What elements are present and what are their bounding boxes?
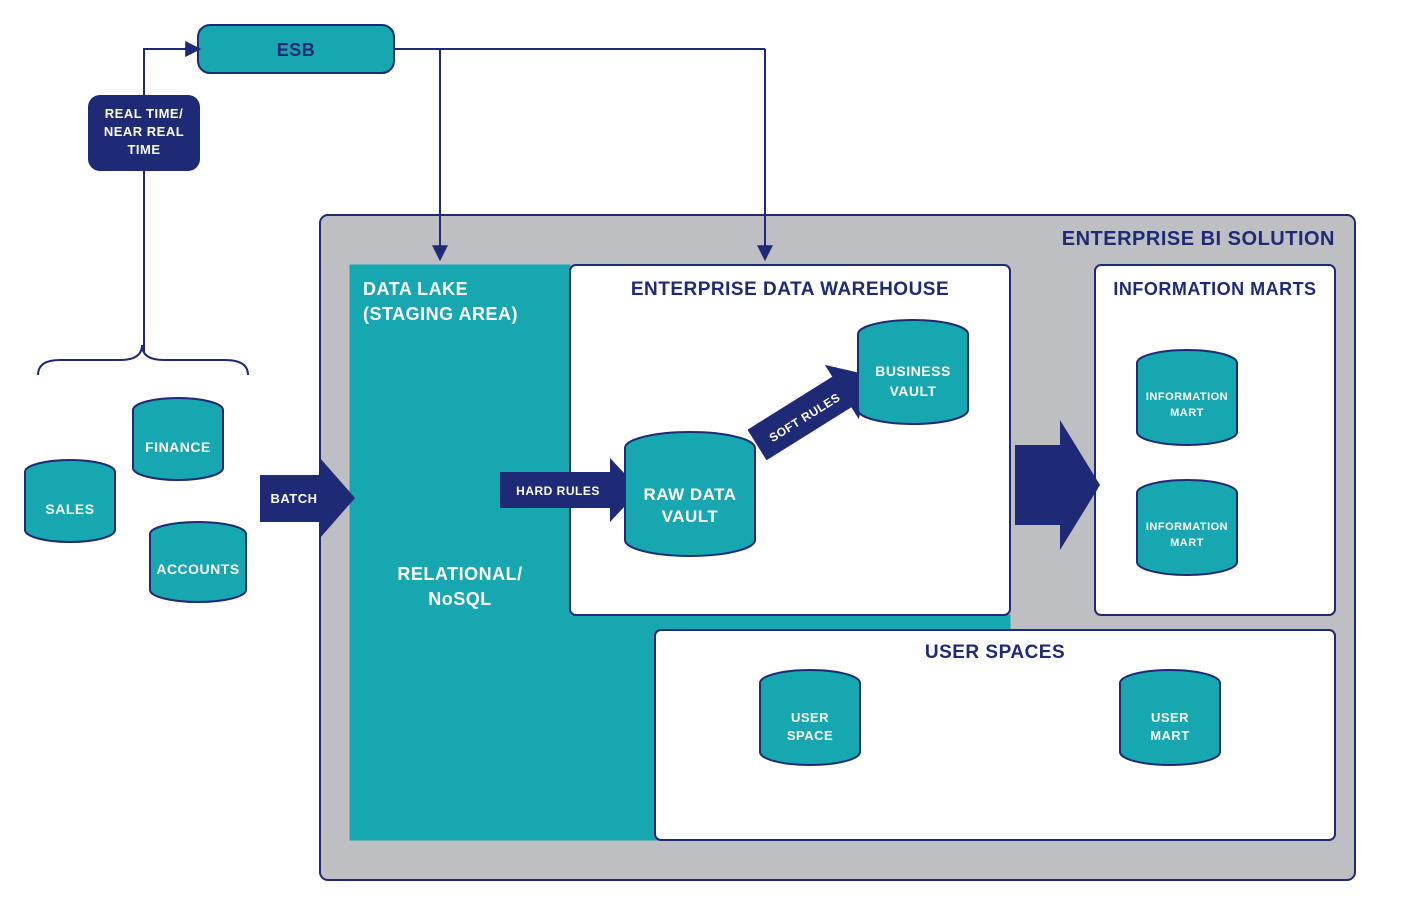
user-space-line1: USER (791, 710, 829, 725)
data-lake-sub-line1: RELATIONAL/ (397, 564, 522, 584)
hard-rules-label: HARD RULES (516, 484, 600, 498)
accounts-label: ACCOUNTS (156, 561, 239, 577)
accounts-db: ACCOUNTS (150, 522, 246, 602)
user-spaces-title: USER SPACES (925, 642, 1065, 663)
user-mart-line1: USER (1151, 710, 1189, 725)
edw-title: ENTERPRISE DATA WAREHOUSE (631, 279, 949, 300)
info-mart-2-line2: MART (1170, 537, 1204, 549)
information-marts-title: INFORMATION MARTS (1113, 279, 1316, 299)
esb-node: ESB (198, 25, 394, 73)
business-vault-line2: VAULT (889, 383, 936, 399)
business-vault-line1: BUSINESS (875, 363, 951, 379)
sources-brace (38, 345, 248, 375)
business-vault-db: BUSINESS VAULT (858, 320, 968, 424)
user-space-line2: SPACE (787, 728, 833, 743)
real-time-line3: TIME (127, 142, 160, 157)
raw-data-vault-db: RAW DATA VAULT (625, 432, 755, 556)
user-spaces-panel: USER SPACES (655, 630, 1335, 840)
data-lake-title-line1: DATA LAKE (363, 279, 468, 299)
real-time-line2: NEAR REAL (104, 124, 184, 139)
sales-db: SALES (25, 460, 115, 542)
batch-label: BATCH (270, 491, 317, 506)
info-mart-1-line2: MART (1170, 407, 1204, 419)
info-mart-1-line1: INFORMATION (1146, 391, 1228, 403)
information-mart-2-db: INFORMATION MART (1137, 480, 1237, 575)
raw-data-vault-line1: RAW DATA (643, 485, 736, 504)
finance-db: FINANCE (133, 398, 223, 480)
data-lake-title-line2: (STAGING AREA) (363, 304, 518, 324)
user-space-db: USER SPACE (760, 670, 860, 765)
sales-label: SALES (45, 501, 94, 517)
line-realtime-to-esb (144, 49, 198, 95)
finance-label: FINANCE (145, 439, 211, 455)
info-mart-2-line1: INFORMATION (1146, 521, 1228, 533)
data-lake-sub-line2: NoSQL (428, 589, 492, 609)
real-time-line1: REAL TIME/ (105, 106, 183, 121)
raw-data-vault-line2: VAULT (662, 507, 719, 526)
esb-label: ESB (277, 40, 316, 60)
enterprise-bi-solution-title: ENTERPRISE BI SOLUTION (1062, 228, 1335, 250)
information-mart-1-db: INFORMATION MART (1137, 350, 1237, 445)
user-mart-db: USER MART (1120, 670, 1220, 765)
real-time-badge: REAL TIME/ NEAR REAL TIME (88, 95, 200, 171)
user-mart-line2: MART (1150, 728, 1190, 743)
